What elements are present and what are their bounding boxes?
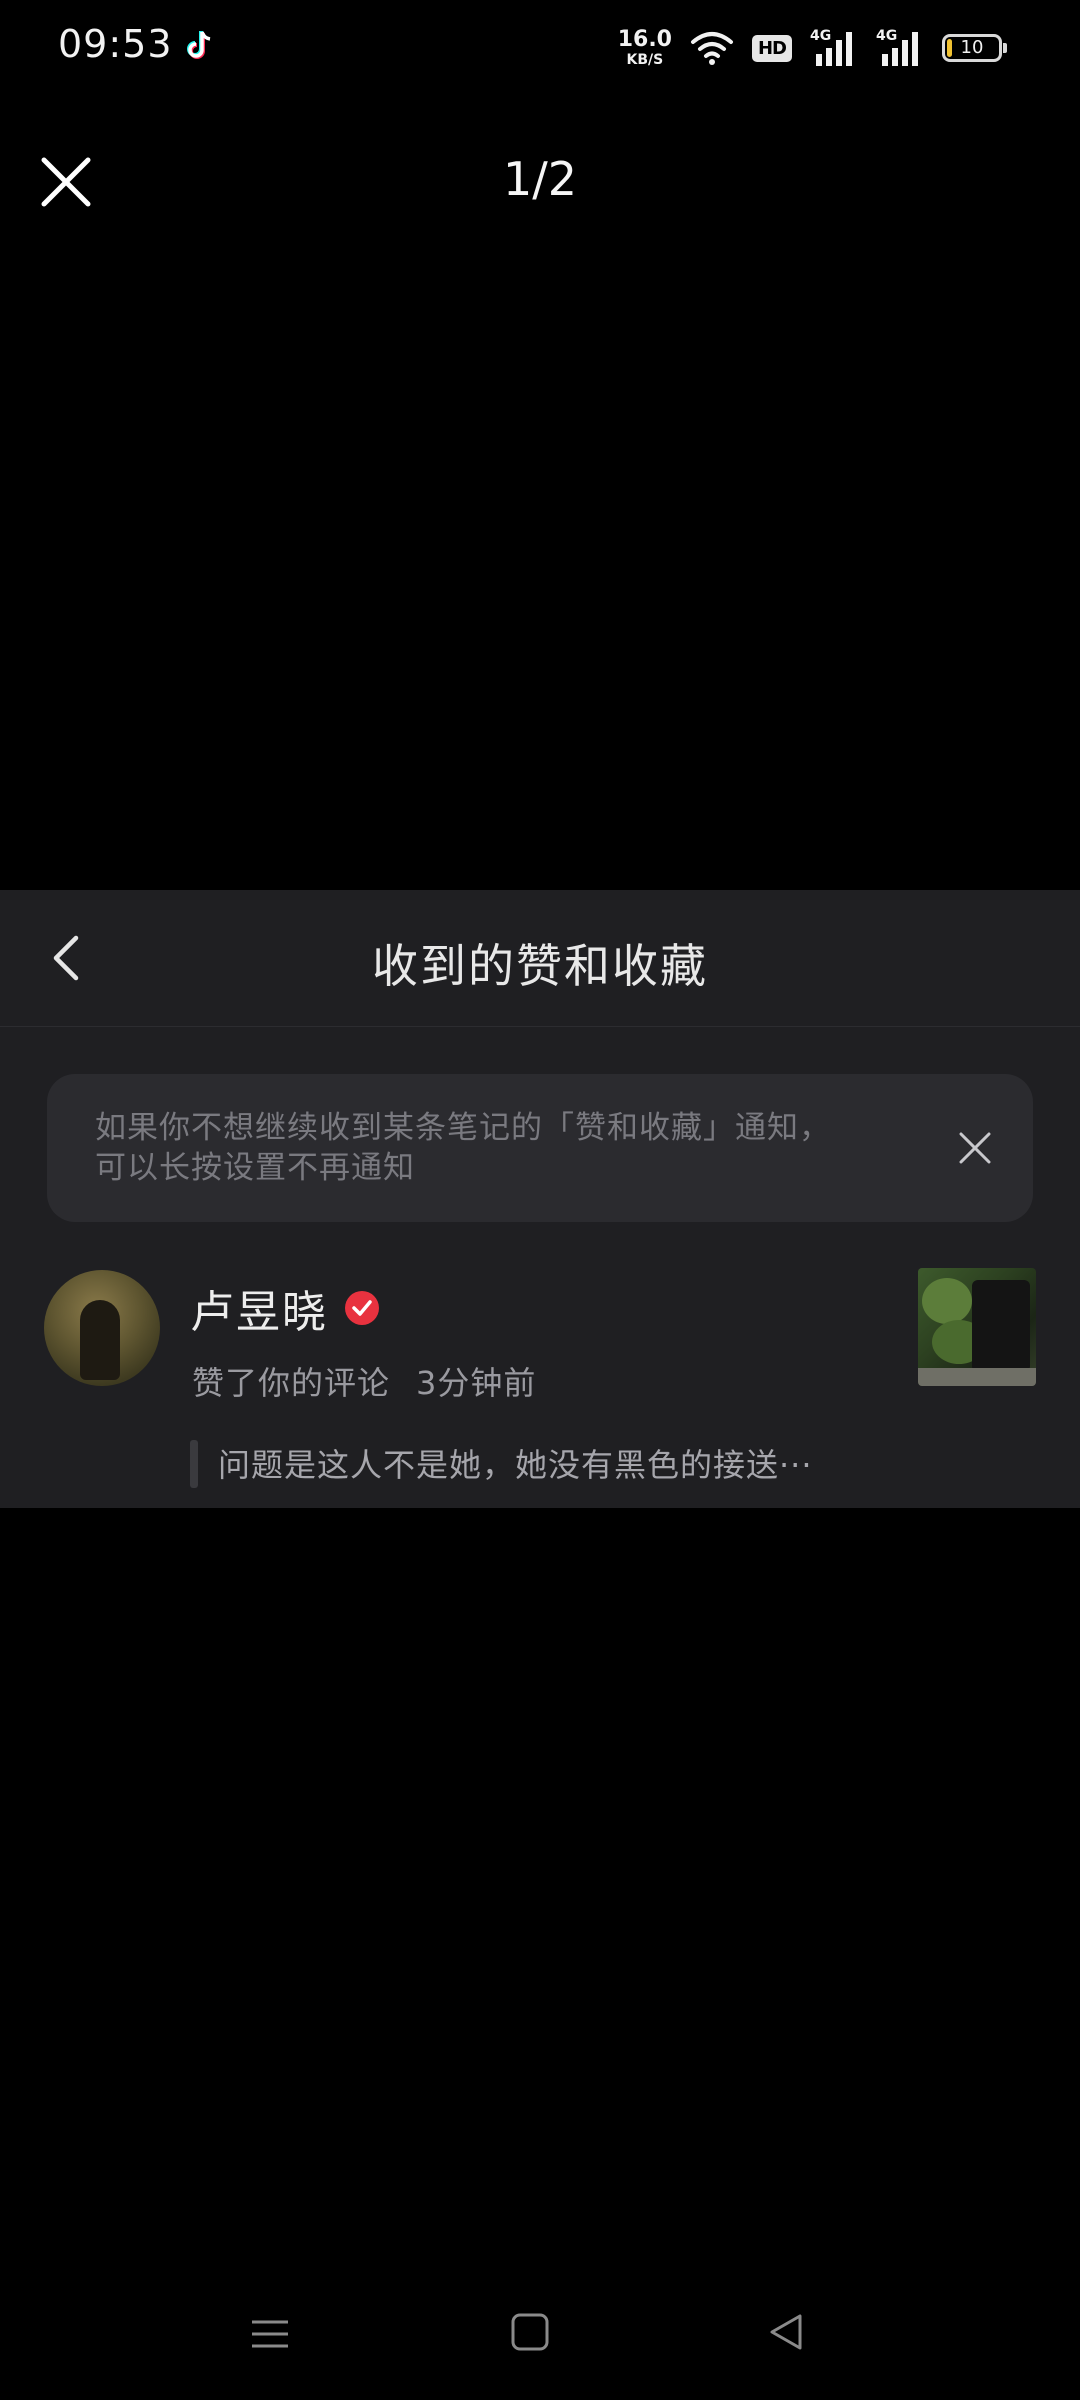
page-indicator: 1/2: [502, 152, 578, 206]
tip-text: 如果你不想继续收到某条笔记的「赞和收藏」通知， 可以长按设置不再通知: [95, 1108, 915, 1188]
menu-icon[interactable]: [250, 2314, 290, 2354]
status-bar: 09:53 16.0 KB/S HD 4G 4G 10: [0, 0, 1080, 96]
signal-icon-sim1: 4G: [810, 28, 858, 68]
likes-favorites-panel: 收到的赞和收藏 如果你不想继续收到某条笔记的「赞和收藏」通知， 可以长按设置不再…: [0, 890, 1080, 1508]
back-triangle-icon[interactable]: [766, 2312, 806, 2352]
panel-header: 收到的赞和收藏: [0, 890, 1080, 1027]
notification-time: 3分钟前: [416, 1364, 537, 1402]
battery-level: 10: [960, 37, 984, 58]
quote-bar: [190, 1440, 198, 1488]
quoted-comment[interactable]: 问题是这人不是她，她没有黑色的接送···: [218, 1440, 813, 1486]
signal-icon-sim2: 4G: [876, 28, 924, 68]
tip-line-1: 如果你不想继续收到某条笔记的「赞和收藏」通知，: [95, 1110, 831, 1146]
tiktok-icon: [187, 31, 211, 59]
close-icon[interactable]: [957, 1130, 993, 1166]
verified-check-icon: [345, 1291, 379, 1325]
notification-tip-banner: 如果你不想继续收到某条笔记的「赞和收藏」通知， 可以长按设置不再通知: [47, 1074, 1033, 1222]
network-speed-unit: KB/S: [626, 52, 664, 68]
battery-icon: 10: [942, 34, 1007, 62]
system-nav-bar: [0, 2290, 1080, 2380]
note-thumbnail[interactable]: [918, 1268, 1036, 1386]
list-item[interactable]: 卢昱晓 赞了你的评论 3分钟前 问题是这人不是她，她没有黑色的接送···: [0, 1268, 1080, 1508]
notification-meta: 赞了你的评论 3分钟前: [192, 1358, 536, 1404]
home-square-icon[interactable]: [510, 2312, 550, 2352]
notification-action: 赞了你的评论: [192, 1364, 391, 1402]
status-time: 09:53: [58, 22, 173, 66]
hd-voice-badge: HD: [751, 34, 792, 62]
avatar[interactable]: [44, 1270, 160, 1386]
page-title: 收到的赞和收藏: [372, 939, 708, 993]
network-speed-value: 16.0: [617, 27, 672, 52]
user-name[interactable]: 卢昱晓: [190, 1276, 328, 1340]
network-speed: 16.0 KB/S: [617, 27, 672, 68]
status-icons: 16.0 KB/S HD 4G 4G 10: [617, 24, 1007, 72]
tip-line-2: 可以长按设置不再通知: [95, 1150, 415, 1186]
wifi-icon: [690, 32, 733, 65]
